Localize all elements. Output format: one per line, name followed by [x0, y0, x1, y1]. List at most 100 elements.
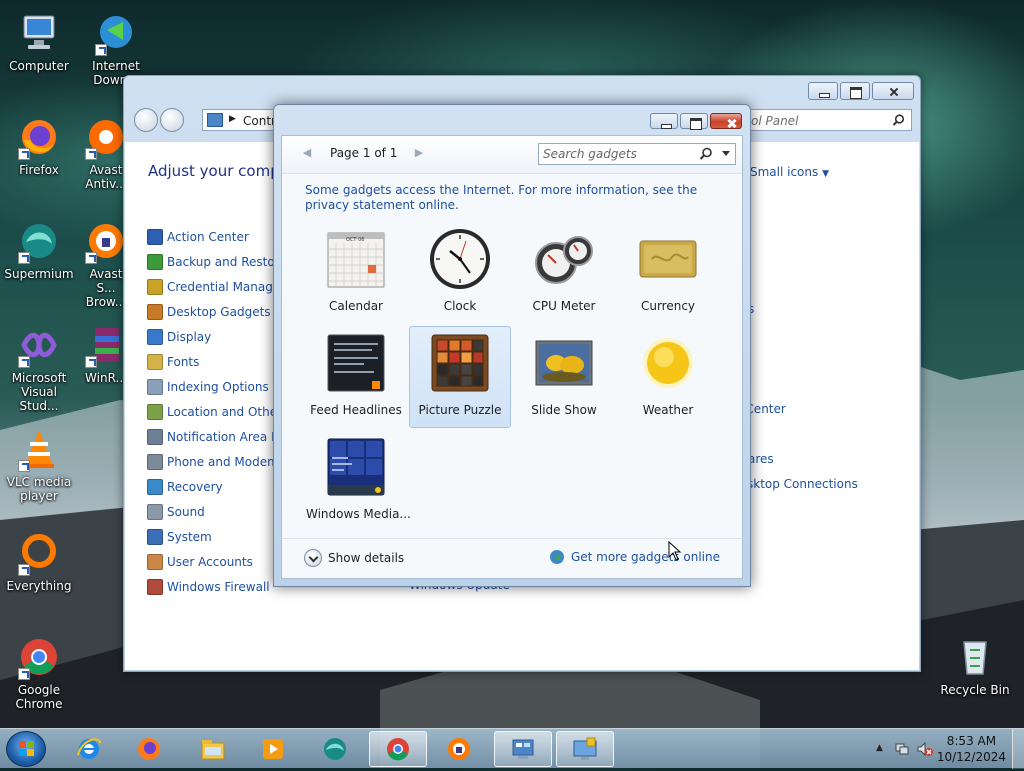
forward-button[interactable] [160, 108, 184, 132]
gadget-weather[interactable]: Weather [617, 326, 719, 428]
desktop-icon-label: Computer [9, 59, 69, 73]
media-player-icon [263, 739, 283, 759]
desktop-icon-label: WinR... [85, 371, 127, 385]
desktop-icon-vlc[interactable]: VLC media player [0, 426, 78, 503]
taskbar-internet-explorer[interactable] [60, 731, 118, 767]
network-icon[interactable] [894, 741, 910, 757]
gadget-clock[interactable]: Clock [409, 222, 511, 324]
control-panel-search[interactable]: ol Panel [744, 109, 912, 131]
gadget-calendar[interactable]: OCT 06 Calendar [305, 222, 407, 324]
desktop-icon-visual-studio[interactable]: Microsoft Visual Stud... [0, 322, 78, 413]
gadget-label: Weather [642, 403, 694, 417]
gadget-label: Currency [640, 299, 696, 313]
desktop-icon-supermium[interactable]: Supermium [0, 218, 78, 281]
cp-item-label: Display [167, 330, 212, 344]
gadget-windows-media-center[interactable]: Windows Media... [305, 430, 411, 532]
cp-item-recovery[interactable]: Recovery [147, 477, 223, 497]
show-hidden-icons-icon[interactable]: ▲ [876, 743, 883, 753]
notification-icon [147, 429, 163, 445]
cp-item-user-accounts[interactable]: User Accounts [147, 552, 253, 572]
gadget-picture-puzzle[interactable]: Picture Puzzle [409, 326, 511, 428]
taskbar-media-player[interactable] [244, 731, 302, 767]
chevron-down-icon: ▼ [822, 169, 829, 179]
gadget-label: Feed Headlines [310, 403, 402, 417]
back-button[interactable] [134, 108, 158, 132]
gadget-label: Windows Media... [306, 507, 411, 521]
shortcut-arrow-icon [18, 460, 30, 472]
cp-item-system[interactable]: System [147, 527, 212, 547]
taskbar-desktop-gadgets[interactable] [556, 731, 614, 767]
view-by-dropdown[interactable]: Small icons ▼ [750, 165, 829, 179]
cp-item-windows-firewall[interactable]: Windows Firewall [147, 577, 270, 597]
cp-item-label: Backup and Restore [167, 255, 287, 269]
desktop-icon-firefox[interactable]: Firefox [0, 114, 78, 177]
desktop-icon-recycle-bin[interactable]: Recycle Bin [936, 634, 1014, 697]
gadget-cpu-meter[interactable]: CPU Meter [513, 222, 615, 324]
gadget-currency[interactable]: Currency [617, 222, 719, 324]
minimize-button[interactable] [650, 113, 678, 129]
cp-item-partial[interactable]: sktop Connections [747, 477, 858, 497]
cp-item-credential-manager[interactable]: Credential Manager [147, 277, 285, 297]
cp-item-location[interactable]: Location and Other [147, 402, 282, 422]
cp-item-backup-restore[interactable]: Backup and Restore [147, 252, 287, 272]
search-icon[interactable] [699, 147, 713, 161]
taskbar-chrome[interactable] [369, 731, 427, 767]
taskbar-supermium[interactable] [306, 731, 364, 767]
taskbar-file-explorer[interactable] [184, 731, 242, 767]
cp-item-action-center[interactable]: Action Center [147, 227, 249, 247]
cp-item-phone-modem[interactable]: Phone and Modem [147, 452, 279, 472]
maximize-button[interactable] [840, 82, 870, 100]
next-page-icon[interactable]: ▶ [412, 146, 426, 160]
cp-item-notification-area[interactable]: Notification Area Ico [147, 427, 289, 447]
gadgets-toolbar: ◀ Page 1 of 1 ▶ [282, 136, 742, 174]
gadget-feed-headlines[interactable]: Feed Headlines [305, 326, 407, 428]
show-details-toggle[interactable]: Show details [304, 549, 404, 567]
taskbar-firefox[interactable] [120, 731, 178, 767]
gadget-slide-show[interactable]: Slide Show [513, 326, 615, 428]
indexing-icon [147, 379, 163, 395]
cp-item-desktop-gadgets[interactable]: Desktop Gadgets [147, 302, 271, 322]
desktop-icon-label: Microsoft Visual Stud... [11, 371, 67, 413]
privacy-notice-link[interactable]: Some gadgets access the Internet. For mo… [305, 183, 725, 213]
desktop-icon-everything[interactable]: Everything [0, 530, 78, 593]
cp-item-fonts[interactable]: Fonts [147, 352, 199, 372]
cp-item-display[interactable]: Display [147, 327, 211, 347]
shortcut-arrow-icon [18, 668, 30, 680]
desktop-icon-computer[interactable]: Computer [0, 10, 78, 73]
cp-item-sound[interactable]: Sound [147, 502, 205, 522]
cp-item-indexing-options[interactable]: Indexing Options [147, 377, 269, 397]
gadget-label: Slide Show [531, 403, 597, 417]
gadget-search-input[interactable] [539, 144, 689, 164]
windows-media-center-icon [324, 435, 388, 499]
get-more-label: Get more gadgets online [570, 550, 720, 564]
chevron-down-icon[interactable] [722, 151, 730, 156]
taskbar-avast-browser[interactable] [430, 731, 488, 767]
previous-page-icon[interactable]: ◀ [300, 146, 314, 160]
visual-studio-icon [16, 322, 62, 368]
get-more-gadgets-link[interactable]: Get more gadgets online [549, 549, 720, 565]
gadget-search-box[interactable] [538, 143, 736, 165]
start-button[interactable] [6, 731, 46, 767]
window-controls [650, 113, 742, 130]
maximize-button[interactable] [680, 113, 708, 130]
close-button[interactable] [710, 113, 742, 129]
show-desktop-button[interactable] [1012, 729, 1024, 769]
desktop-icon-label: Recycle Bin [940, 683, 1010, 697]
desktop-icon-label: Supermium [4, 267, 74, 281]
desktop-icon-label: Avast Antiv... [85, 163, 127, 191]
minimize-button[interactable] [808, 82, 838, 100]
cp-item-label: Desktop Gadgets [167, 305, 271, 319]
desktop-icon-chrome[interactable]: Google Chrome [0, 634, 78, 711]
calendar-month-text: OCT 06 [346, 237, 365, 243]
close-button[interactable] [872, 82, 914, 100]
weather-icon [636, 331, 700, 395]
shortcut-arrow-icon [95, 44, 107, 56]
credential-icon [147, 279, 163, 295]
taskbar-control-panel[interactable] [494, 731, 552, 767]
cp-item-partial[interactable]: ares [748, 452, 774, 472]
gadgets-window[interactable]: ◀ Page 1 of 1 ▶ Some gadgets access the … [273, 104, 751, 587]
shortcut-arrow-icon [18, 148, 30, 160]
cp-item-label: System [167, 530, 212, 544]
volume-muted-icon[interactable] [916, 741, 934, 757]
taskbar-clock[interactable]: 8:53 AM 10/12/2024 [937, 733, 1006, 765]
